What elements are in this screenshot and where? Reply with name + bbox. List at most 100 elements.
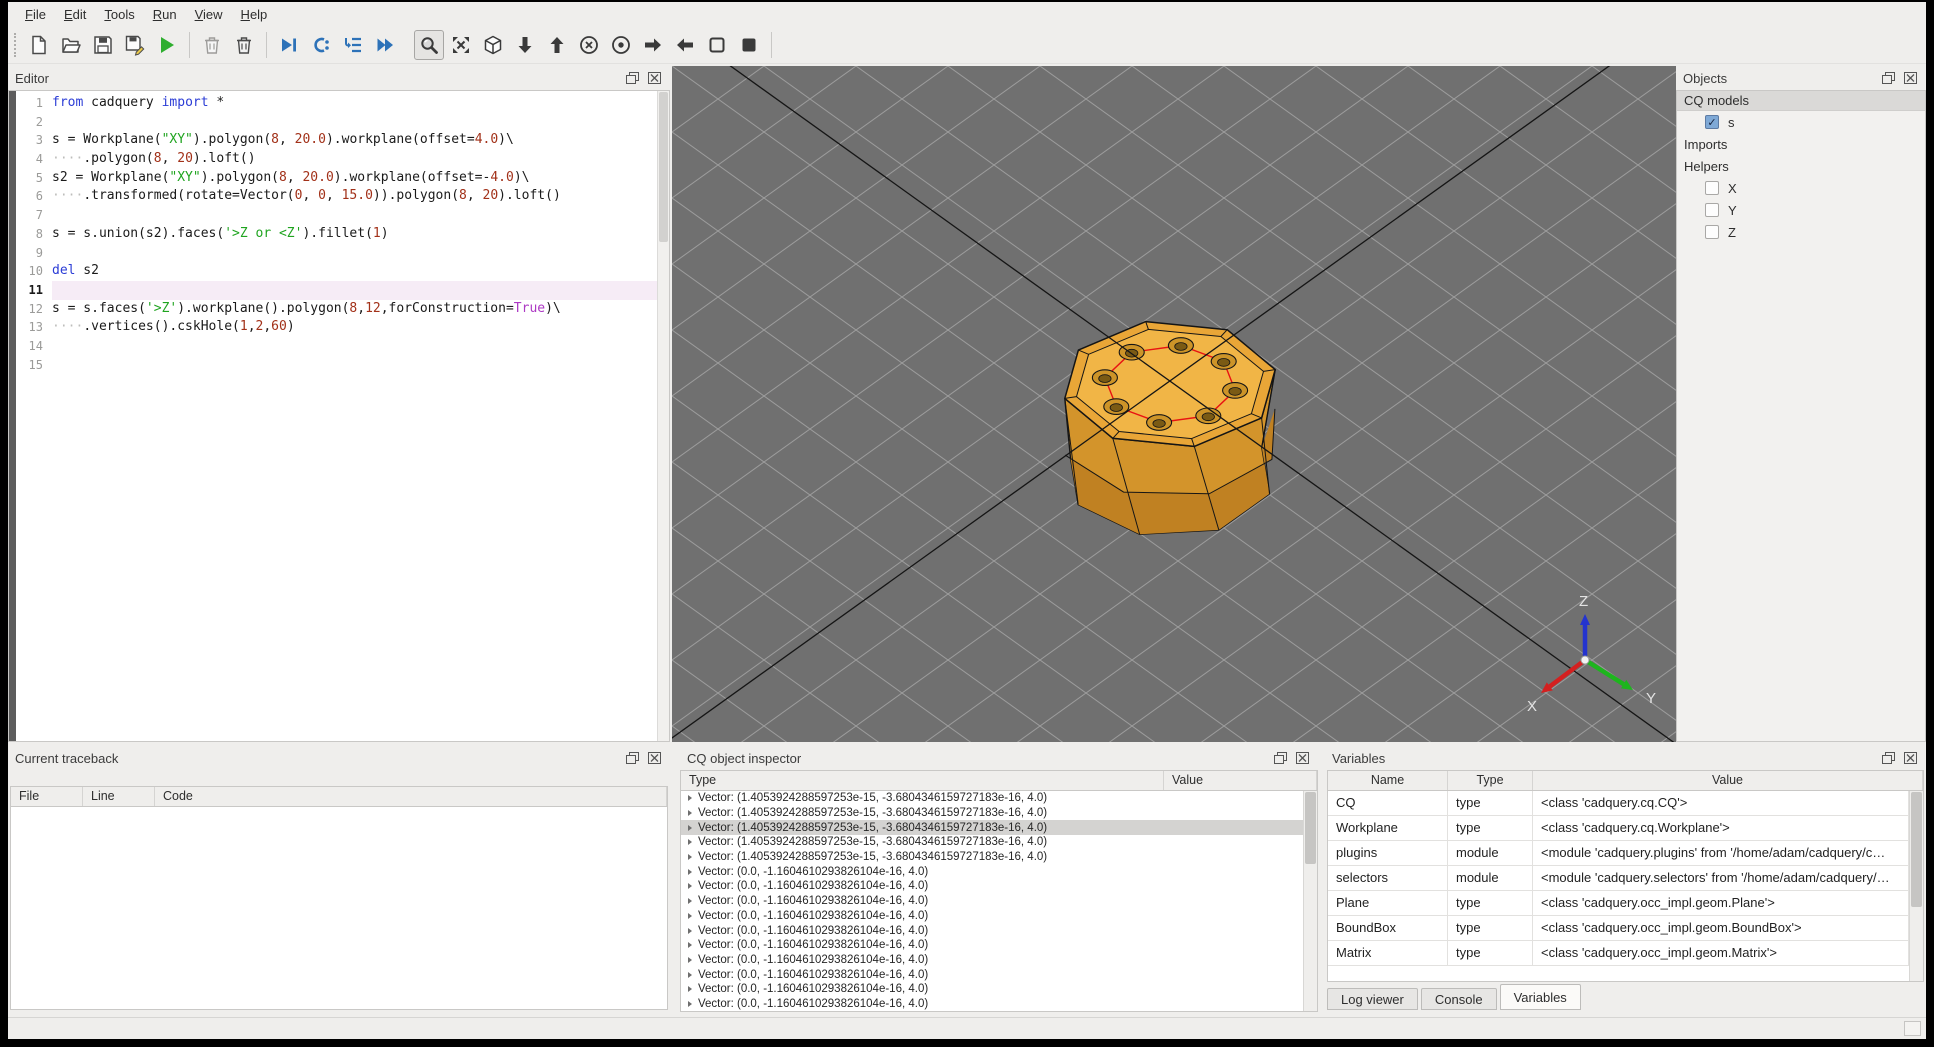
tab-variables[interactable]: Variables (1499, 984, 1581, 1010)
code-line-7[interactable]: 7 (16, 206, 657, 225)
code-line-9[interactable]: 9 (16, 244, 657, 263)
float-panel-icon[interactable] (1880, 71, 1897, 85)
render-button[interactable] (152, 30, 182, 60)
expand-arrow-icon[interactable] (688, 824, 692, 831)
fit-view-button[interactable] (446, 30, 476, 60)
tree-item-helpers[interactable]: Helpers (1677, 155, 1925, 177)
expand-arrow-icon[interactable] (688, 927, 692, 934)
bottom-view-button[interactable] (542, 30, 572, 60)
inspector-row[interactable]: Vector: (0.0, -1.1604610293826104e-16, 4… (681, 864, 1303, 879)
variable-row[interactable]: CQ type <class 'cadquery.cq.CQ'> (1328, 791, 1909, 816)
variable-row[interactable]: plugins module <module 'cadquery.plugins' … (1328, 841, 1909, 866)
code-line-14[interactable]: 14 (16, 337, 657, 356)
inspector-row[interactable]: Vector: (0.0, -1.1604610293826104e-16, 4… (681, 967, 1303, 982)
code-line-3[interactable]: 3 s = Workplane("XY").polygon(8, 20.0).wo… (16, 131, 657, 150)
code-line-8[interactable]: 8 s = s.union(s2).faces('>Z or <Z').fille… (16, 225, 657, 244)
checked-checkbox[interactable]: ✓ (1705, 115, 1719, 129)
expand-arrow-icon[interactable] (688, 810, 692, 817)
delete-object-button[interactable] (197, 30, 227, 60)
tree-item-imports[interactable]: Imports (1677, 133, 1925, 155)
save-button[interactable] (88, 30, 118, 60)
inspector-row[interactable]: Vector: (0.0, -1.1604610293826104e-16, 4… (681, 938, 1303, 953)
editor-content[interactable]: 1 from cadquery import * 2 3 s = Workplane("… (8, 90, 670, 742)
variables-scrollbar-thumb[interactable] (1911, 792, 1922, 907)
back-view-button[interactable] (606, 30, 636, 60)
variable-row[interactable]: Workplane type <class 'cadquery.cq.Workpla… (1328, 816, 1909, 841)
column-header-name[interactable]: Name (1328, 771, 1448, 790)
code-line-13[interactable]: 13 ····.vertices().cskHole(1,2,60) (16, 318, 657, 337)
editor-scrollbar-thumb[interactable] (659, 92, 668, 242)
menu-edit[interactable]: Edit (55, 4, 95, 25)
tab-console[interactable]: Console (1420, 988, 1497, 1010)
close-panel-icon[interactable] (1902, 71, 1919, 85)
code-line-6[interactable]: 6 ····.transformed(rotate=Vector(0, 0, 15… (16, 187, 657, 206)
variable-row[interactable]: BoundBox type <class 'cadquery.occ_impl.ge… (1328, 916, 1909, 941)
open-button[interactable] (56, 30, 86, 60)
inspector-row[interactable]: Vector: (0.0, -1.1604610293826104e-16, 4… (681, 909, 1303, 924)
menu-tools[interactable]: Tools (95, 4, 143, 25)
toolbar-drag-handle[interactable] (14, 32, 16, 57)
expand-arrow-icon[interactable] (688, 1000, 692, 1007)
tree-item-y[interactable]: Y (1677, 199, 1925, 221)
inspector-row[interactable]: Vector: (1.4053924288597253e-15, -3.6804… (681, 835, 1303, 850)
editor-scrollbar[interactable] (657, 91, 669, 741)
resize-grip[interactable] (1904, 1021, 1921, 1036)
inspector-scrollbar[interactable] (1303, 791, 1317, 1011)
inspector-row[interactable]: Vector: (0.0, -1.1604610293826104e-16, 4… (681, 894, 1303, 909)
inspector-row[interactable]: Vector: (0.0, -1.1604610293826104e-16, 4… (681, 953, 1303, 968)
shaded-button[interactable] (734, 30, 764, 60)
expand-arrow-icon[interactable] (688, 956, 692, 963)
inspector-row[interactable]: Vector: (1.4053924288597253e-15, -3.6804… (681, 820, 1303, 836)
inspector-row[interactable]: Vector: (1.4053924288597253e-15, -3.6804… (681, 791, 1303, 806)
column-header-line[interactable]: Line (83, 787, 155, 806)
code-line-5[interactable]: 5 s2 = Workplane("XY").polygon(8, 20.0).w… (16, 169, 657, 188)
menu-help[interactable]: Help (232, 4, 277, 25)
code-line-1[interactable]: 1 from cadquery import * (16, 94, 657, 113)
column-header-file[interactable]: File (11, 787, 83, 806)
close-panel-icon[interactable] (1902, 751, 1919, 765)
code-line-2[interactable]: 2 (16, 113, 657, 132)
unchecked-checkbox[interactable] (1705, 181, 1719, 195)
right-view-button[interactable] (670, 30, 700, 60)
zoom-tool-button[interactable] (414, 29, 444, 60)
inspector-row[interactable]: Vector: (0.0, -1.1604610293826104e-16, 4… (681, 982, 1303, 997)
tree-item-x[interactable]: X (1677, 177, 1925, 199)
expand-arrow-icon[interactable] (688, 839, 692, 846)
expand-arrow-icon[interactable] (688, 854, 692, 861)
inspector-row[interactable]: Vector: (1.4053924288597253e-15, -3.6804… (681, 806, 1303, 821)
column-header-type[interactable]: Type (1448, 771, 1533, 790)
step-in-button[interactable] (338, 30, 368, 60)
column-header-value[interactable]: Value (1164, 771, 1317, 790)
column-header-type[interactable]: Type (681, 771, 1164, 790)
inspector-row[interactable]: Vector: (0.0, -1.1604610293826104e-16, 4… (681, 997, 1303, 1011)
code-line-10[interactable]: 10 del s2 (16, 262, 657, 281)
step-button[interactable] (306, 30, 336, 60)
expand-arrow-icon[interactable] (688, 795, 692, 802)
expand-arrow-icon[interactable] (688, 898, 692, 905)
close-panel-icon[interactable] (1294, 751, 1311, 765)
iso-view-button[interactable] (478, 30, 508, 60)
code-line-4[interactable]: 4 ····.polygon(8, 20).loft() (16, 150, 657, 169)
close-panel-icon[interactable] (646, 751, 663, 765)
debug-button[interactable] (274, 30, 304, 60)
new-script-button[interactable] (24, 30, 54, 60)
inspector-row[interactable]: Vector: (0.0, -1.1604610293826104e-16, 4… (681, 879, 1303, 894)
left-view-button[interactable] (638, 30, 668, 60)
3d-viewport[interactable]: X Y Z (672, 66, 1676, 742)
float-panel-icon[interactable] (624, 71, 641, 85)
code-line-11[interactable]: 11 (16, 280, 657, 300)
menu-file[interactable]: File (16, 4, 55, 25)
inspector-row[interactable]: Vector: (0.0, -1.1604610293826104e-16, 4… (681, 923, 1303, 938)
menu-view[interactable]: View (186, 4, 232, 25)
expand-arrow-icon[interactable] (688, 986, 692, 993)
expand-arrow-icon[interactable] (688, 868, 692, 875)
variable-row[interactable]: Plane type <class 'cadquery.occ_impl.geom.… (1328, 891, 1909, 916)
clear-all-button[interactable] (229, 30, 259, 60)
code-line-12[interactable]: 12 s = s.faces('>Z').workplane().polygon(… (16, 300, 657, 319)
float-panel-icon[interactable] (1880, 751, 1897, 765)
float-panel-icon[interactable] (1272, 751, 1289, 765)
save-as-button[interactable] (120, 30, 150, 60)
column-header-value[interactable]: Value (1533, 771, 1923, 790)
continue-button[interactable] (370, 30, 400, 60)
inspector-row[interactable]: Vector: (1.4053924288597253e-15, -3.6804… (681, 850, 1303, 865)
